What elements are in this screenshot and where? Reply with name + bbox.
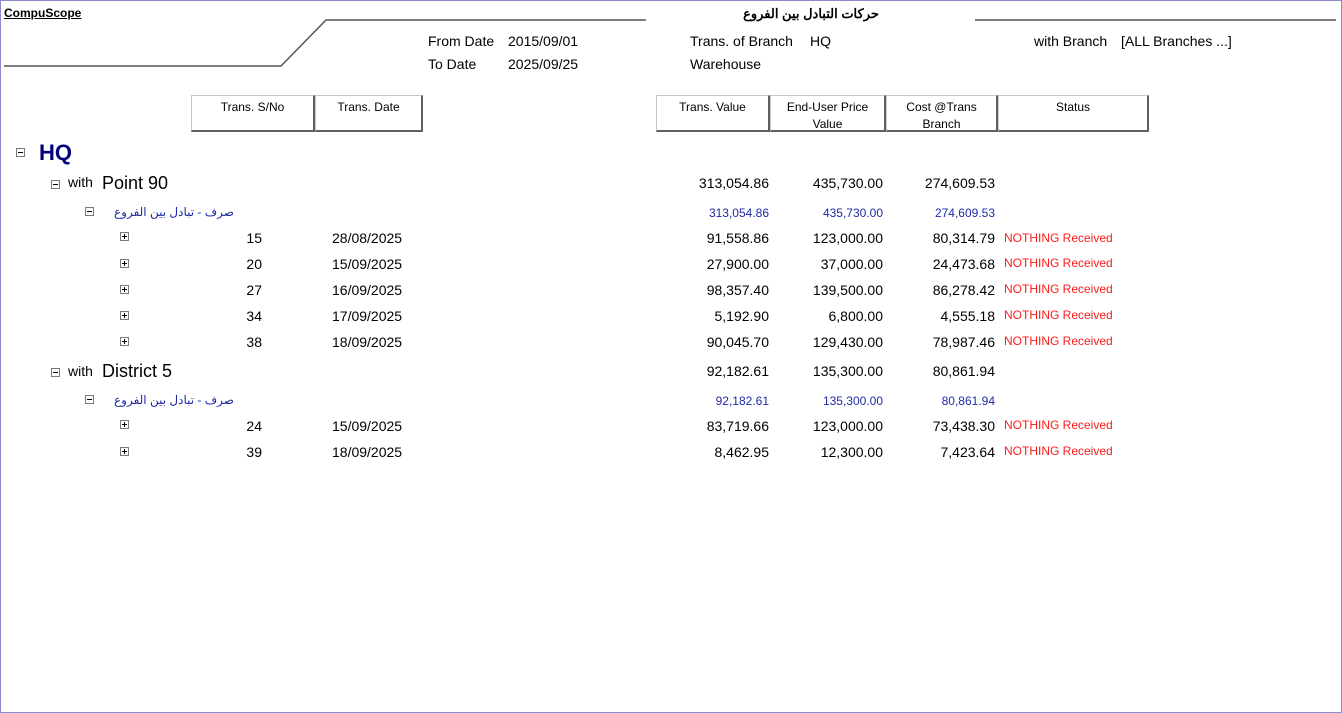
column-header-date-label: Trans. Date	[337, 100, 400, 114]
cost-value: 73,438.30	[932, 418, 995, 434]
trans-value: 5,192.90	[714, 308, 770, 324]
trans-sno: 24	[246, 418, 262, 434]
trans-sno: 34	[246, 308, 262, 324]
trans-type-cost-value: 274,609.53	[934, 206, 995, 220]
brand-logo: CompuScope	[4, 6, 82, 20]
trans-type-label: صرف - تبادل بين الفروع	[114, 393, 234, 407]
from-date-value: 2015/09/01	[508, 33, 579, 49]
expand-icon[interactable]	[120, 259, 129, 268]
report-title: حركات التبادل بين الفروع	[743, 6, 879, 21]
expand-icon[interactable]	[120, 447, 129, 456]
cost-value: 86,278.42	[932, 282, 995, 298]
from-date-label: From Date	[428, 33, 495, 49]
warehouse-label: Warehouse	[690, 56, 762, 72]
trans-branch-value: HQ	[810, 33, 831, 49]
column-header-date[interactable]: Trans. Date	[315, 95, 423, 132]
trans-value: 98,357.40	[706, 282, 769, 298]
trans-type-cost-value: 80,861.94	[941, 394, 995, 408]
group-value: 313,054.86	[698, 175, 769, 191]
trans-date: 15/09/2025	[332, 256, 403, 272]
trans-date: 17/09/2025	[332, 308, 403, 324]
column-header-cost[interactable]: Cost @Trans Branch	[886, 95, 998, 132]
trans-sno: 20	[246, 256, 262, 272]
collapse-icon-hq[interactable]	[16, 148, 25, 157]
to-date-value: 2025/09/25	[508, 56, 579, 72]
column-header-status[interactable]: Status	[998, 95, 1149, 132]
collapse-icon-district-5[interactable]	[51, 368, 60, 377]
group-enduser-value: 435,730.00	[812, 175, 883, 191]
group-value: 92,182.61	[706, 363, 769, 379]
trans-value: 91,558.86	[706, 230, 769, 246]
enduser-value: 6,800.00	[828, 308, 884, 324]
status-text: NOTHING Received	[1004, 418, 1113, 432]
cost-value: 78,987.46	[932, 334, 995, 350]
trans-date: 18/09/2025	[332, 334, 403, 350]
column-header-cost-label-2: Branch	[922, 117, 961, 131]
group-hq-label: HQ	[39, 140, 72, 165]
trans-type-value: 92,182.61	[715, 394, 769, 408]
to-date-label: To Date	[428, 56, 477, 72]
trans-sno: 39	[246, 444, 262, 460]
group-branch-district-5: District 5	[102, 361, 173, 381]
status-text: NOTHING Received	[1004, 308, 1113, 322]
trans-value: 90,045.70	[706, 334, 769, 350]
column-header-value[interactable]: Trans. Value	[656, 95, 770, 132]
cost-value: 80,314.79	[932, 230, 995, 246]
status-text: NOTHING Received	[1004, 444, 1113, 458]
trans-value: 27,900.00	[706, 256, 769, 272]
status-text: NOTHING Received	[1004, 231, 1113, 245]
enduser-value: 129,430.00	[812, 334, 883, 350]
column-header-enduser[interactable]: End-User Price Value	[770, 95, 886, 132]
enduser-value: 123,000.00	[812, 418, 883, 434]
trans-date: 15/09/2025	[332, 418, 403, 434]
enduser-value: 37,000.00	[820, 256, 883, 272]
trans-value: 8,462.95	[714, 444, 770, 460]
cost-value: 7,423.64	[940, 444, 996, 460]
trans-sno: 15	[246, 230, 262, 246]
trans-type-value: 313,054.86	[708, 206, 769, 220]
expand-icon[interactable]	[120, 337, 129, 346]
trans-branch-label: Trans. of Branch	[690, 33, 793, 49]
trans-date: 18/09/2025	[332, 444, 403, 460]
enduser-value: 12,300.00	[820, 444, 883, 460]
group-with-label: with	[68, 174, 93, 190]
expand-icon[interactable]	[120, 232, 129, 241]
expand-icon[interactable]	[120, 420, 129, 429]
column-header-status-label: Status	[1055, 100, 1091, 114]
trans-sno: 27	[246, 282, 262, 298]
trans-type-enduser-value: 435,730.00	[822, 206, 883, 220]
group-cost-value: 80,861.94	[932, 363, 995, 379]
trans-date: 28/08/2025	[332, 230, 403, 246]
group-cost-value: 274,609.53	[924, 175, 995, 191]
with-branch-label: with Branch	[1034, 33, 1108, 49]
column-header-sno[interactable]: Trans. S/No	[191, 95, 315, 132]
collapse-icon-trans-type[interactable]	[85, 207, 94, 216]
column-header-sno-label: Trans. S/No	[220, 100, 285, 114]
trans-type-enduser-value: 135,300.00	[822, 394, 883, 408]
cost-value: 24,473.68	[932, 256, 995, 272]
enduser-value: 123,000.00	[812, 230, 883, 246]
column-header-cost-label-1: Cost @Trans	[906, 100, 977, 114]
status-text: NOTHING Received	[1004, 256, 1113, 270]
collapse-icon-trans-type[interactable]	[85, 395, 94, 404]
group-enduser-value: 135,300.00	[812, 363, 883, 379]
trans-sno: 38	[246, 334, 262, 350]
group-with-label: with	[68, 363, 93, 379]
enduser-value: 139,500.00	[812, 282, 883, 298]
status-text: NOTHING Received	[1004, 282, 1113, 296]
column-header-value-label: Trans. Value	[679, 100, 746, 114]
group-branch-point-90: Point 90	[102, 173, 169, 193]
trans-type-label: صرف - تبادل بين الفروع	[114, 205, 234, 219]
collapse-icon-point-90[interactable]	[51, 180, 60, 189]
status-text: NOTHING Received	[1004, 334, 1113, 348]
trans-date: 16/09/2025	[332, 282, 403, 298]
trans-value: 83,719.66	[706, 418, 769, 434]
expand-icon[interactable]	[120, 285, 129, 294]
cost-value: 4,555.18	[940, 308, 996, 324]
column-header-enduser-label-1: End-User Price	[786, 100, 869, 114]
column-header-enduser-label-2: Value	[812, 117, 843, 131]
with-branch-value: [ALL Branches ...]	[1121, 33, 1232, 49]
expand-icon[interactable]	[120, 311, 129, 320]
